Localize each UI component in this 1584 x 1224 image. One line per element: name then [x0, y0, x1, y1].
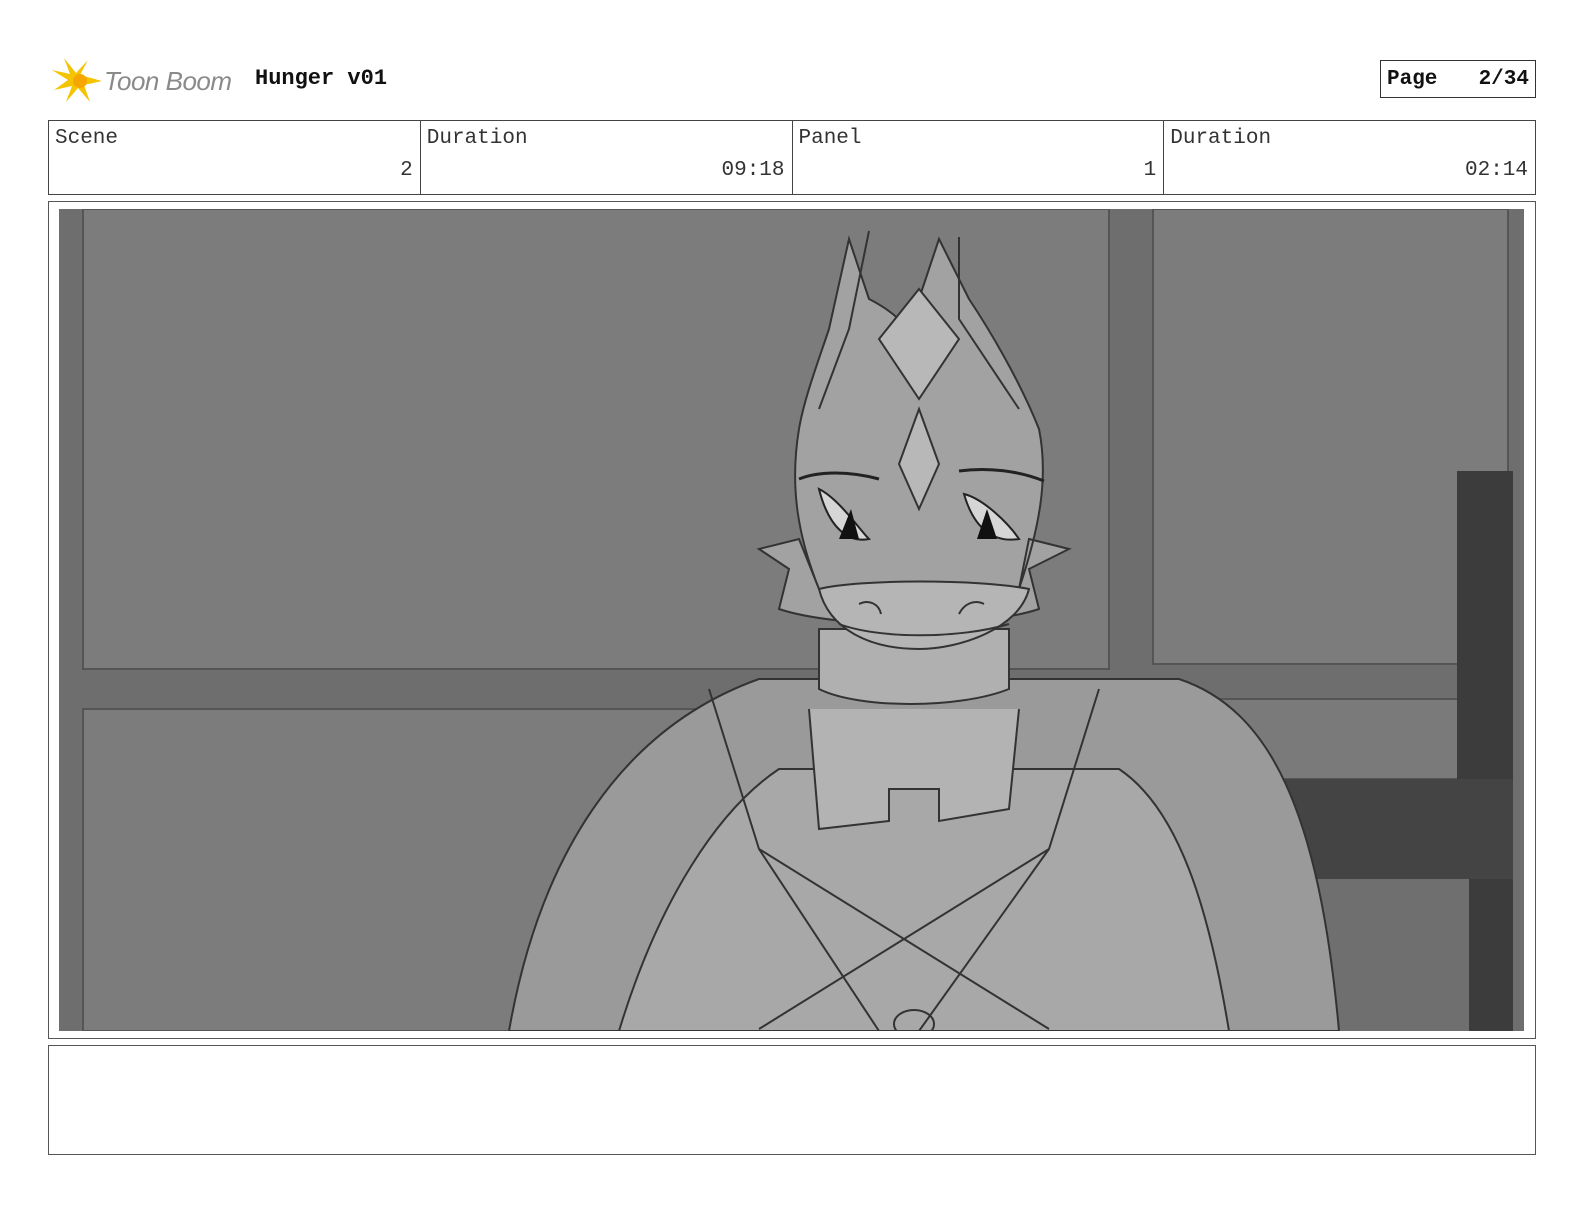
scene-cell: Scene 2 — [49, 121, 421, 194]
storyboard-header: Toon Boom Hunger v01 Page 2/34 — [50, 52, 1536, 108]
toon-boom-logo: Toon Boom — [50, 56, 240, 106]
scene-duration-value: 09:18 — [721, 159, 785, 182]
storyboard-panel — [48, 201, 1536, 1039]
panel-duration-cell: Duration 02:14 — [1164, 121, 1535, 194]
scene-duration-label: Duration — [426, 127, 528, 150]
page-indicator: Page 2/34 — [1380, 60, 1536, 98]
panel-value: 1 — [1143, 159, 1157, 182]
page-number: 2/34 — [1478, 67, 1529, 91]
panel-duration-label: Duration — [1170, 127, 1272, 150]
logo-text: Toon Boom — [104, 66, 232, 96]
panel-sketch — [59, 209, 1524, 1031]
project-title: Hunger v01 — [255, 66, 388, 91]
scene-value: 2 — [400, 159, 413, 182]
scene-label: Scene — [55, 127, 119, 150]
panel-info-table: Scene 2 Duration 09:18 Panel 1 Duration … — [48, 120, 1536, 195]
caption-box — [48, 1045, 1536, 1155]
panel-duration-value: 02:14 — [1464, 159, 1528, 182]
page-label: Page — [1387, 67, 1438, 91]
panel-label: Panel — [798, 127, 862, 150]
starburst-icon — [52, 58, 102, 102]
scene-duration-cell: Duration 09:18 — [421, 121, 793, 194]
panel-cell: Panel 1 — [793, 121, 1165, 194]
